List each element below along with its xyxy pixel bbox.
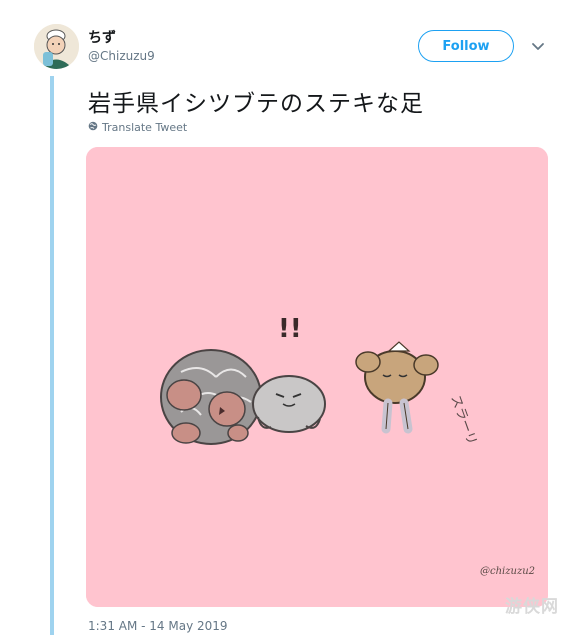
tweet-timestamp[interactable]: 1:31 AM - 14 May 2019 xyxy=(88,619,228,633)
avatar[interactable] xyxy=(34,24,79,69)
artist-signature: @chizuzu2 xyxy=(480,566,536,577)
watermark: 游侠网 xyxy=(505,597,559,617)
display-name[interactable]: ちず xyxy=(88,27,116,47)
tweet-media-image[interactable]: !! スラーリ xyxy=(86,147,548,607)
follow-button[interactable]: Follow xyxy=(418,30,514,62)
chevron-down-icon[interactable] xyxy=(530,38,546,54)
translate-tweet-link[interactable]: Translate Tweet xyxy=(88,121,187,134)
media-illustration: !! スラーリ xyxy=(86,147,548,607)
exclaim-text: !! xyxy=(278,314,302,344)
avatar-illustration xyxy=(34,24,79,69)
thread-line xyxy=(50,76,54,635)
small-rock-creature xyxy=(252,375,326,433)
user-handle[interactable]: @Chizuzu9 xyxy=(88,49,155,63)
globe-icon xyxy=(88,121,98,134)
translate-label: Translate Tweet xyxy=(102,121,188,134)
rock-creature xyxy=(160,349,262,445)
tweet-text: 岩手県イシツブテのステキな足 xyxy=(88,91,424,117)
